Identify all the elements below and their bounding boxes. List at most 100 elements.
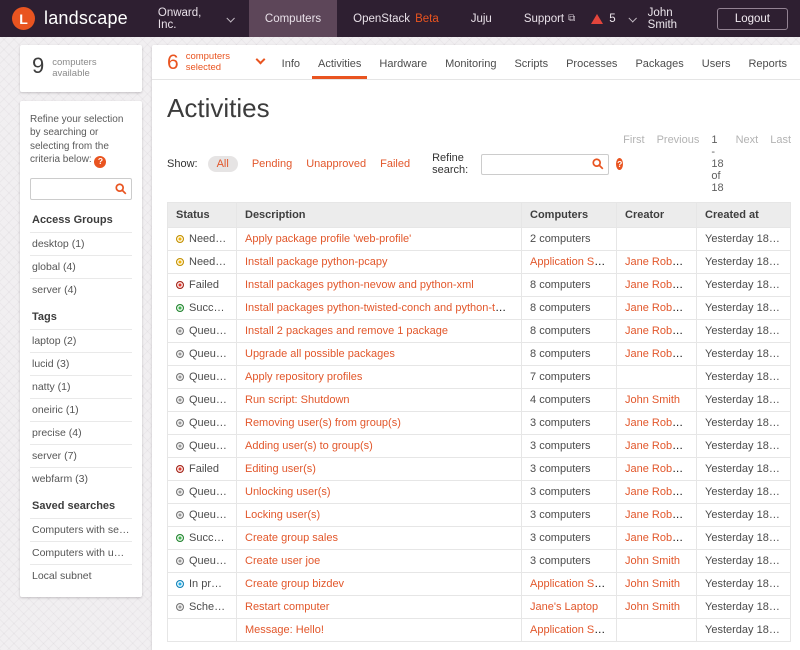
computers-value[interactable]: Jane's Laptop [530, 601, 598, 613]
creator-cell: Jane Robertson [617, 504, 697, 527]
search-icon[interactable] [592, 158, 604, 170]
activity-link[interactable]: Adding user(s) to group(s) [245, 440, 373, 452]
activity-link[interactable]: Message: Hello! [245, 624, 324, 636]
creator-link[interactable]: John Smith [625, 601, 680, 613]
table-row: QueuedApply repository profiles7 compute… [168, 366, 791, 389]
created-at-cell: Yesterday 18:21 [697, 435, 791, 458]
computers-cell: Application Server 1 [522, 573, 617, 596]
search-icon[interactable] [115, 183, 127, 195]
activities-controls: Show: AllPendingUnapprovedFailed Refine … [167, 134, 791, 194]
pagination-last[interactable]: Last [770, 134, 791, 194]
creator-cell: John Smith [617, 573, 697, 596]
sidebar-item[interactable]: Computers with securit... [30, 518, 132, 541]
tab-monitoring[interactable]: Monitoring [439, 54, 502, 79]
computers-value: 3 computers [530, 486, 591, 498]
creator-link[interactable]: Jane Robertson [625, 509, 697, 521]
activity-link[interactable]: Run script: Shutdown [245, 394, 350, 406]
pagination-previous[interactable]: Previous [657, 134, 700, 194]
activity-link[interactable]: Create group sales [245, 532, 338, 544]
activity-link[interactable]: Locking user(s) [245, 509, 320, 521]
creator-link[interactable]: Jane Robertson [625, 532, 697, 544]
creator-link[interactable]: John Smith [625, 394, 680, 406]
nav-item-support[interactable]: Support⧉ [508, 0, 591, 37]
sidebar-item[interactable]: webfarm (3) [30, 467, 132, 490]
refine-search-input[interactable] [481, 154, 609, 175]
sidebar-item[interactable]: laptop (2) [30, 329, 132, 352]
user-name[interactable]: John Smith [648, 7, 704, 31]
nav-item-computers[interactable]: Computers [249, 0, 337, 37]
tab-processes[interactable]: Processes [560, 54, 623, 79]
table-row: In progressCreate group bizdevApplicatio… [168, 573, 791, 596]
creator-cell: Jane Robertson [617, 458, 697, 481]
activity-link[interactable]: Apply package profile 'web-profile' [245, 233, 411, 245]
sidebar-item[interactable]: natty (1) [30, 375, 132, 398]
sidebar-item[interactable]: server (7) [30, 444, 132, 467]
pagination-next[interactable]: Next [736, 134, 759, 194]
sidebar-item[interactable]: Local subnet [30, 564, 132, 587]
status-label: Scheduled [189, 601, 237, 613]
activity-link[interactable]: Unlocking user(s) [245, 486, 331, 498]
filter-option-all[interactable]: All [208, 156, 238, 172]
computers-selected-dropdown[interactable]: 6 computers selected [167, 52, 264, 74]
activity-link[interactable]: Removing user(s) from group(s) [245, 417, 401, 429]
activity-link[interactable]: Restart computer [245, 601, 329, 613]
computers-value[interactable]: Application Server 1 [530, 578, 617, 590]
logout-button[interactable]: Logout [717, 8, 788, 30]
activity-link[interactable]: Upgrade all possible packages [245, 348, 395, 360]
nav-item-juju[interactable]: Juju [455, 0, 508, 37]
computers-value[interactable]: Application Server 1 [530, 624, 617, 636]
help-icon[interactable]: ? [94, 156, 106, 168]
sidebar-item[interactable]: server (4) [30, 278, 132, 301]
status-cell [168, 619, 237, 642]
filter-option-failed[interactable]: Failed [380, 158, 410, 170]
alerts-dropdown[interactable]: 5 [591, 13, 634, 25]
tab-packages[interactable]: Packages [629, 54, 689, 79]
creator-link[interactable]: Jane Robertson [625, 325, 697, 337]
tab-reports[interactable]: Reports [742, 54, 793, 79]
tab-users[interactable]: Users [696, 54, 737, 79]
help-icon[interactable]: ? [616, 158, 623, 170]
tab-scripts[interactable]: Scripts [508, 54, 554, 79]
activity-link[interactable]: Apply repository profiles [245, 371, 362, 383]
sidebar-item[interactable]: oneiric (1) [30, 398, 132, 421]
sidebar-item[interactable]: precise (4) [30, 421, 132, 444]
tab-activities[interactable]: Activities [312, 54, 367, 79]
activity-link[interactable]: Install package python-pcapy [245, 256, 387, 268]
activity-link[interactable]: Create group bizdev [245, 578, 344, 590]
creator-link[interactable]: Jane Robertson [625, 417, 697, 429]
landscape-brand[interactable]: L landscape [0, 7, 142, 30]
activity-link[interactable]: Create user joe [245, 555, 320, 567]
column-header: Creator [617, 203, 697, 228]
activity-link[interactable]: Install packages python-twisted-conch an… [245, 302, 522, 314]
creator-cell: John Smith [617, 389, 697, 412]
activity-link[interactable]: Editing user(s) [245, 463, 316, 475]
table-row: SucceededCreate group sales3 computersJa… [168, 527, 791, 550]
filter-option-unapproved[interactable]: Unapproved [306, 158, 366, 170]
creator-link[interactable]: Jane Robertson [625, 302, 697, 314]
activity-link[interactable]: Install packages python-nevow and python… [245, 279, 474, 291]
created-at-cell: Yesterday 18:21 [697, 251, 791, 274]
creator-link[interactable]: Jane Robertson [625, 440, 697, 452]
table-row: Needs approvalApply package profile 'web… [168, 228, 791, 251]
nav-item-account[interactable]: Onward, Inc. [142, 0, 249, 37]
creator-link[interactable]: John Smith [625, 555, 680, 567]
sidebar-item[interactable]: global (4) [30, 255, 132, 278]
sidebar-item[interactable]: desktop (1) [30, 232, 132, 255]
creator-link[interactable]: Jane Robertson [625, 463, 697, 475]
creator-link[interactable]: Jane Robertson [625, 486, 697, 498]
sidebar-item[interactable]: Computers with upgrades [30, 541, 132, 564]
filter-option-pending[interactable]: Pending [252, 158, 292, 170]
creator-link[interactable]: Jane Robertson [625, 279, 697, 291]
creator-link[interactable]: Jane Robertson [625, 348, 697, 360]
tab-info[interactable]: Info [276, 54, 306, 79]
computers-value[interactable]: Application Server 1 [530, 256, 617, 268]
creator-link[interactable]: John Smith [625, 578, 680, 590]
creator-link[interactable]: Jane Robertson [625, 256, 697, 268]
computers-value: 3 computers [530, 532, 591, 544]
status-queued-icon [176, 557, 184, 565]
activity-link[interactable]: Install 2 packages and remove 1 package [245, 325, 448, 337]
nav-item-openstack[interactable]: OpenStackBeta [337, 0, 455, 37]
tab-hardware[interactable]: Hardware [373, 54, 433, 79]
pagination-first[interactable]: First [623, 134, 644, 194]
sidebar-item[interactable]: lucid (3) [30, 352, 132, 375]
